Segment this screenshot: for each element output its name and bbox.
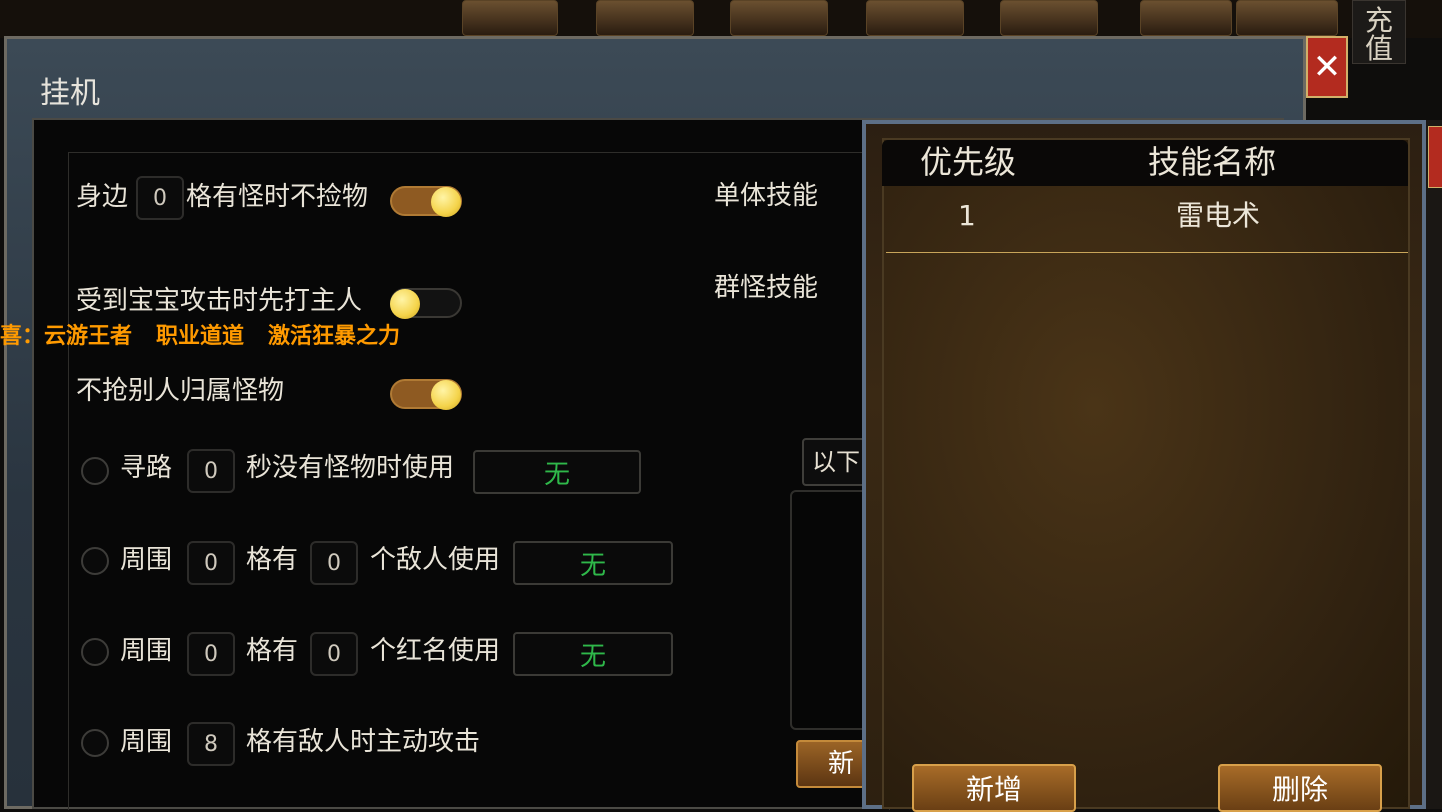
pathfind-seconds-input[interactable]: 0 bbox=[187, 449, 235, 493]
skill-priority-list bbox=[882, 138, 1410, 809]
close-button[interactable]: ✕ bbox=[1306, 36, 1348, 98]
enemies-skill-select[interactable]: 无 bbox=[513, 541, 673, 585]
top-hud-bar bbox=[0, 0, 1442, 38]
announce-item: 云游王者 bbox=[44, 324, 133, 349]
group-skill-label: 群怪技能 bbox=[714, 273, 819, 303]
auto-attack-suffix: 格有敌人时主动攻击 bbox=[246, 727, 481, 757]
announce-prefix: 喜： bbox=[0, 324, 45, 349]
arrow-right-icon[interactable] bbox=[1236, 0, 1338, 36]
pathfind-prefix: 寻路 bbox=[120, 453, 173, 483]
pathfind-skill-select[interactable]: 无 bbox=[473, 450, 641, 494]
background-close-button[interactable] bbox=[1428, 126, 1442, 188]
rednames-radio[interactable] bbox=[81, 638, 109, 666]
pathfind-radio[interactable] bbox=[81, 457, 109, 485]
window-title: 挂机 bbox=[40, 76, 100, 111]
no-pickup-range-input[interactable]: 0 bbox=[136, 176, 184, 220]
bag-icon[interactable] bbox=[730, 0, 828, 36]
rednames-range-input[interactable]: 0 bbox=[187, 632, 235, 676]
toggle-knob bbox=[431, 187, 461, 217]
auto-attack-radio[interactable] bbox=[81, 729, 109, 757]
single-skill-label: 单体技能 bbox=[714, 181, 819, 211]
toggle-knob bbox=[431, 380, 461, 410]
announce-item: 激活狂暴之力 bbox=[268, 324, 401, 349]
rednames-mid: 格有 bbox=[246, 636, 299, 666]
close-icon: ✕ bbox=[1312, 47, 1342, 87]
rednames-prefix: 周围 bbox=[120, 636, 173, 666]
reward-icon[interactable] bbox=[1140, 0, 1232, 36]
recharge-button[interactable]: 充 值 bbox=[1352, 0, 1406, 64]
no-steal-toggle[interactable] bbox=[390, 379, 462, 410]
no-pickup-suffix: 格有怪时不捡物 bbox=[186, 182, 369, 212]
add-skill-button[interactable]: 新增 bbox=[912, 764, 1076, 812]
enemies-prefix: 周围 bbox=[120, 545, 173, 575]
rednames-count-input[interactable]: 0 bbox=[310, 632, 358, 676]
enemies-suffix: 个敌人使用 bbox=[370, 545, 501, 575]
auto-attack-prefix: 周围 bbox=[120, 727, 173, 757]
enemies-range-input[interactable]: 0 bbox=[187, 541, 235, 585]
background-window-edge bbox=[1426, 120, 1442, 809]
toggle-knob bbox=[390, 289, 420, 319]
column-priority: 优先级 bbox=[920, 143, 1017, 181]
enemies-radio[interactable] bbox=[81, 547, 109, 575]
background-new-button[interactable]: 新增 bbox=[796, 740, 872, 788]
system-announcement: 喜：云游王者 职业道道 激活狂暴之力 bbox=[0, 318, 424, 349]
delete-skill-button[interactable]: 删除 bbox=[1218, 764, 1382, 812]
auto-attack-range-input[interactable]: 8 bbox=[187, 722, 235, 766]
enemies-mid: 格有 bbox=[246, 545, 299, 575]
no-steal-label: 不抢别人归属怪物 bbox=[76, 376, 285, 406]
announce-item: 职业道道 bbox=[156, 324, 245, 349]
recharge-label: 充 值 bbox=[1364, 4, 1393, 65]
treasure-icon[interactable] bbox=[596, 0, 694, 36]
pathfind-suffix: 秒没有怪物时使用 bbox=[246, 453, 455, 483]
character-icon[interactable] bbox=[866, 0, 964, 36]
hero-icon[interactable] bbox=[1000, 0, 1098, 36]
no-pickup-prefix: 身边 bbox=[76, 182, 129, 212]
hit-master-label: 受到宝宝攻击时先打主人 bbox=[76, 286, 363, 316]
row-divider bbox=[886, 252, 1408, 253]
row-priority[interactable]: 1 bbox=[958, 202, 976, 230]
chat-icon[interactable] bbox=[462, 0, 558, 36]
no-pickup-toggle[interactable] bbox=[390, 186, 462, 217]
rednames-suffix: 个红名使用 bbox=[370, 636, 501, 666]
enemies-count-input[interactable]: 0 bbox=[310, 541, 358, 585]
column-skill-name: 技能名称 bbox=[1148, 143, 1277, 181]
row-skill-name[interactable]: 雷电术 bbox=[1176, 202, 1260, 230]
hit-master-toggle[interactable] bbox=[390, 288, 462, 319]
rednames-skill-select[interactable]: 无 bbox=[513, 632, 673, 676]
